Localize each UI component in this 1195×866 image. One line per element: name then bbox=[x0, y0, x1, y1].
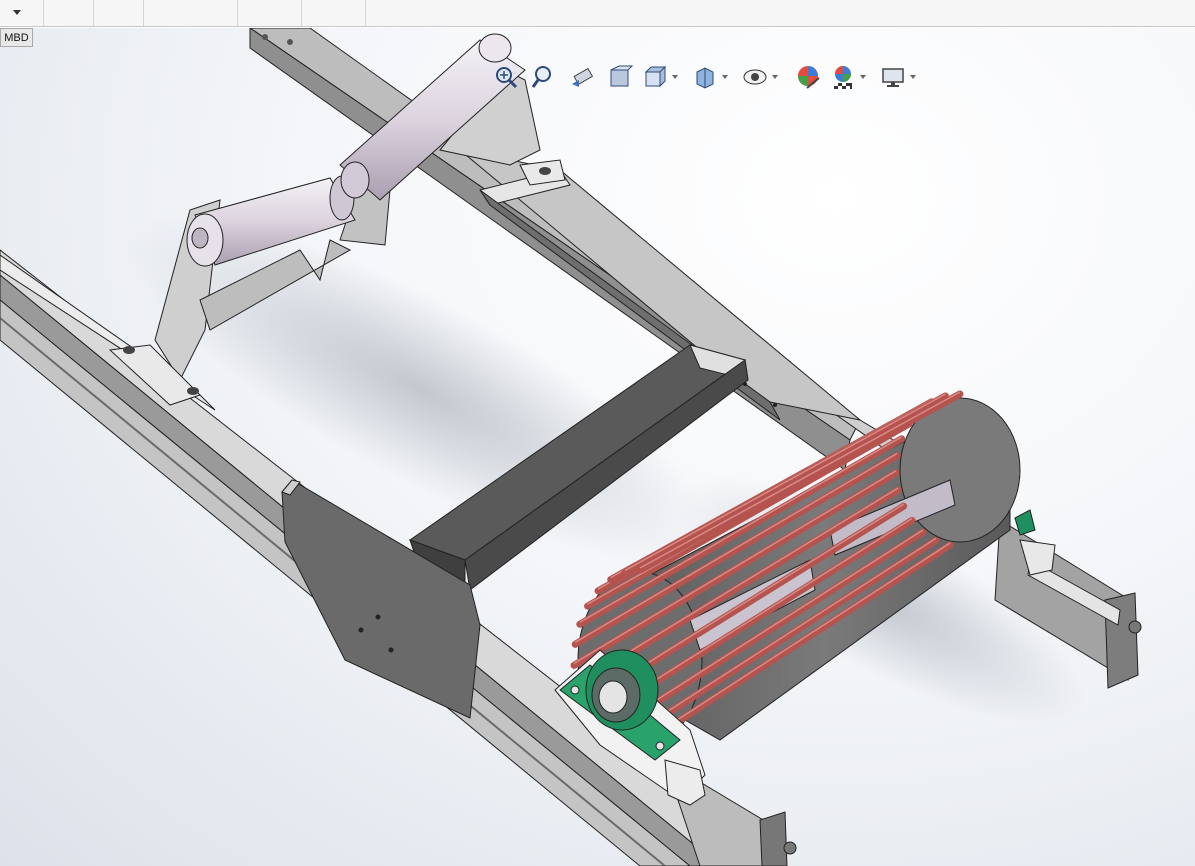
hide-show-items-button[interactable] bbox=[742, 61, 786, 93]
view-settings-icon[interactable] bbox=[880, 64, 906, 90]
command-tab[interactable] bbox=[144, 0, 238, 26]
display-style-icon[interactable] bbox=[692, 64, 718, 90]
display-style-button[interactable] bbox=[692, 61, 736, 93]
zoom-to-area-button[interactable] bbox=[528, 61, 560, 93]
chevron-down-icon[interactable] bbox=[13, 10, 21, 15]
command-tab[interactable] bbox=[302, 0, 366, 26]
chevron-down-icon[interactable] bbox=[772, 75, 778, 79]
edit-appearance-button[interactable] bbox=[792, 61, 824, 93]
command-tab[interactable] bbox=[94, 0, 144, 26]
command-tab[interactable] bbox=[238, 0, 302, 26]
mbd-tab[interactable]: MBD bbox=[0, 28, 33, 47]
chevron-down-icon[interactable] bbox=[722, 75, 728, 79]
chevron-down-icon[interactable] bbox=[672, 75, 678, 79]
chevron-down-icon[interactable] bbox=[860, 75, 866, 79]
section-view-button[interactable] bbox=[604, 61, 636, 93]
command-manager-strip bbox=[0, 0, 1195, 27]
chevron-down-icon[interactable] bbox=[910, 75, 916, 79]
previous-view-icon[interactable] bbox=[569, 64, 595, 90]
hide-show-items-icon[interactable] bbox=[742, 64, 768, 90]
view-orientation-icon[interactable] bbox=[642, 64, 668, 90]
zoom-to-fit-button[interactable] bbox=[490, 61, 522, 93]
view-orientation-button[interactable] bbox=[642, 61, 686, 93]
command-tab[interactable] bbox=[44, 0, 94, 26]
previous-view-button[interactable] bbox=[566, 61, 598, 93]
conveyor-assembly-model[interactable] bbox=[0, 28, 1195, 866]
zoom-to-fit-icon[interactable] bbox=[493, 64, 519, 90]
apply-scene-button[interactable] bbox=[830, 61, 874, 93]
zoom-to-area-icon[interactable] bbox=[531, 64, 557, 90]
tab-dropdown[interactable] bbox=[0, 0, 44, 26]
heads-up-view-toolbar bbox=[490, 58, 924, 96]
section-view-icon[interactable] bbox=[607, 64, 633, 90]
graphics-viewport[interactable] bbox=[0, 28, 1195, 866]
apply-scene-icon[interactable] bbox=[830, 64, 856, 90]
edit-appearance-icon[interactable] bbox=[795, 64, 821, 90]
view-settings-button[interactable] bbox=[880, 61, 924, 93]
